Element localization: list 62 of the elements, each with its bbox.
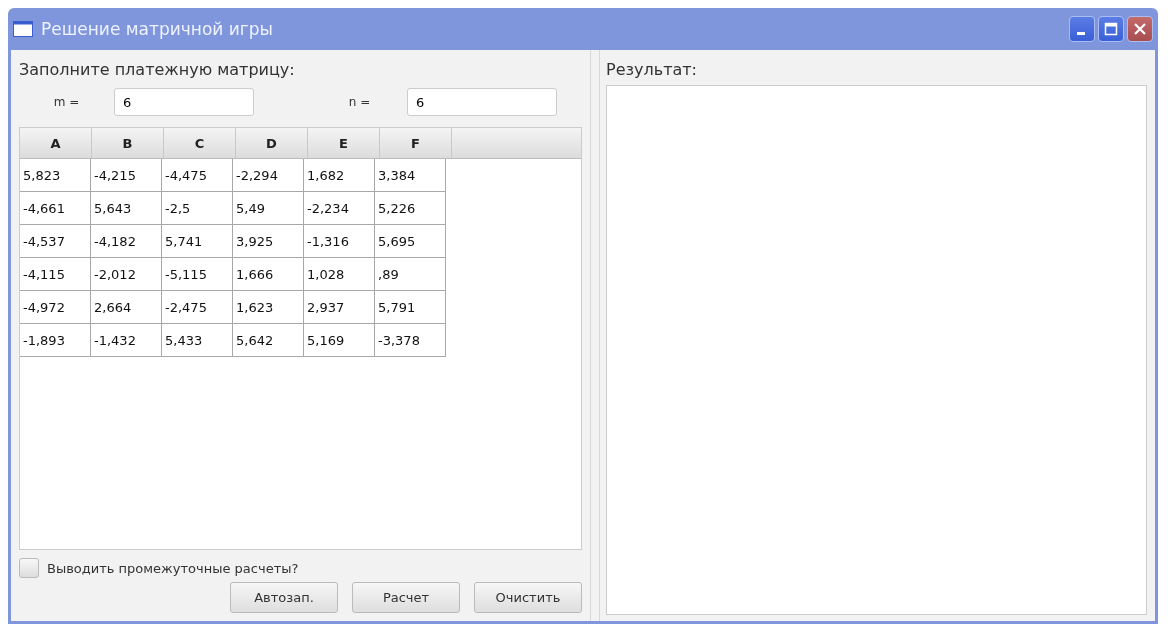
table-cell[interactable]: -1,893 — [20, 324, 91, 357]
table-cell[interactable]: 5,433 — [162, 324, 233, 357]
table-cell[interactable]: 1,682 — [304, 159, 375, 192]
table-cell[interactable]: 1,666 — [233, 258, 304, 291]
close-icon — [1133, 22, 1147, 36]
window-title: Решение матричной игры — [41, 19, 273, 39]
table-cell[interactable]: ,89 — [375, 258, 446, 291]
table-cell[interactable]: 1,028 — [304, 258, 375, 291]
table-cell[interactable]: 3,925 — [233, 225, 304, 258]
column-header[interactable]: D — [236, 128, 308, 158]
m-label: m = — [52, 95, 81, 109]
table-cell[interactable]: 5,226 — [375, 192, 446, 225]
table-cell[interactable]: 5,49 — [233, 192, 304, 225]
table-cell[interactable]: -4,475 — [162, 159, 233, 192]
m-field[interactable]: 6 — [114, 88, 254, 116]
table-cell[interactable]: -1,432 — [91, 324, 162, 357]
maximize-button[interactable] — [1098, 16, 1124, 42]
minimize-icon — [1076, 32, 1085, 35]
table-cell[interactable]: -4,537 — [20, 225, 91, 258]
column-header[interactable]: F — [380, 128, 452, 158]
column-header[interactable]: B — [92, 128, 164, 158]
table-cell[interactable]: -4,115 — [20, 258, 91, 291]
table-cell[interactable]: -2,294 — [233, 159, 304, 192]
checkbox-label: Выводить промежуточные расчеты? — [47, 560, 299, 576]
table-cell[interactable]: 5,823 — [20, 159, 91, 192]
window-icon — [13, 21, 33, 37]
table-cell[interactable]: -4,182 — [91, 225, 162, 258]
table-cell[interactable]: -4,972 — [20, 291, 91, 324]
table-cell[interactable]: 5,643 — [91, 192, 162, 225]
column-header[interactable]: A — [20, 128, 92, 158]
table-cell[interactable]: 5,791 — [375, 291, 446, 324]
n-field[interactable]: 6 — [407, 88, 557, 116]
table-cell[interactable]: 5,741 — [162, 225, 233, 258]
table-cell[interactable]: -4,661 — [20, 192, 91, 225]
table-cell[interactable]: -3,378 — [375, 324, 446, 357]
column-header[interactable]: C — [164, 128, 236, 158]
splitter-handle[interactable] — [590, 50, 600, 621]
n-label: n = — [347, 95, 372, 109]
table-cell[interactable]: -1,316 — [304, 225, 375, 258]
table-cell[interactable]: -2,234 — [304, 192, 375, 225]
action-button[interactable]: Расчет — [352, 582, 460, 613]
minimize-button[interactable] — [1069, 16, 1095, 42]
table-cell[interactable]: -2,012 — [91, 258, 162, 291]
table-cell[interactable]: -2,5 — [162, 192, 233, 225]
table-cell[interactable]: 2,664 — [91, 291, 162, 324]
table-cell[interactable]: 3,384 — [375, 159, 446, 192]
table-cell[interactable]: -5,115 — [162, 258, 233, 291]
table-cell[interactable]: 5,695 — [375, 225, 446, 258]
table-cell[interactable]: 5,169 — [304, 324, 375, 357]
table-cell[interactable]: -4,215 — [91, 159, 162, 192]
table-cell[interactable]: -2,475 — [162, 291, 233, 324]
action-button[interactable]: Очистить — [474, 582, 582, 613]
checkbox[interactable] — [19, 558, 39, 578]
column-header[interactable]: E — [308, 128, 380, 158]
close-button[interactable] — [1127, 16, 1153, 42]
table-cell[interactable]: 1,623 — [233, 291, 304, 324]
result-heading: Результат: — [606, 60, 698, 79]
matrix-heading: Заполните платежную матрицу: — [19, 60, 296, 79]
table-cell[interactable]: 5,642 — [233, 324, 304, 357]
action-button[interactable]: Автозап. — [230, 582, 338, 613]
table-cell[interactable]: 2,937 — [304, 291, 375, 324]
maximize-icon — [1104, 22, 1118, 36]
